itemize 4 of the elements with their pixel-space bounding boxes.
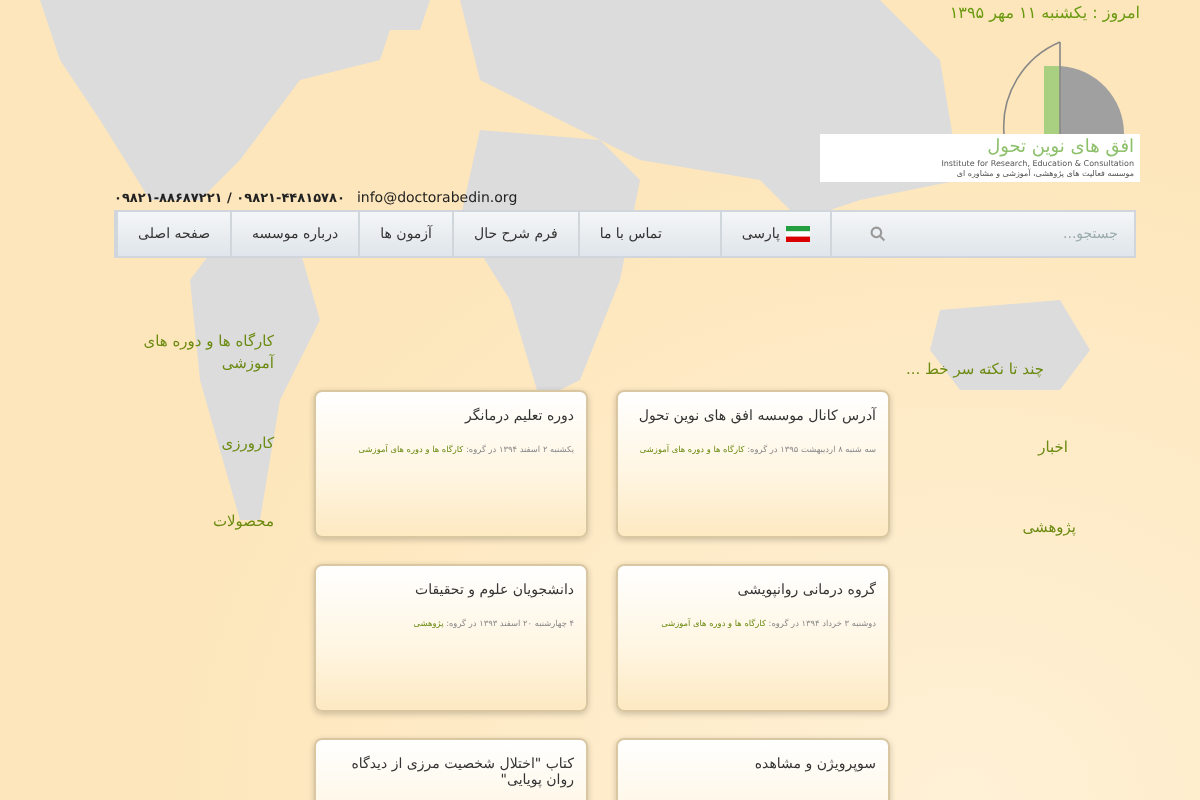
search-icon xyxy=(870,226,886,242)
flag-icon xyxy=(786,226,810,242)
logo-title: افق های نوین تحول xyxy=(987,138,1134,158)
date-text: امروز : یکشنبه ۱۱ مهر ۱۳۹۵ xyxy=(949,4,1140,22)
